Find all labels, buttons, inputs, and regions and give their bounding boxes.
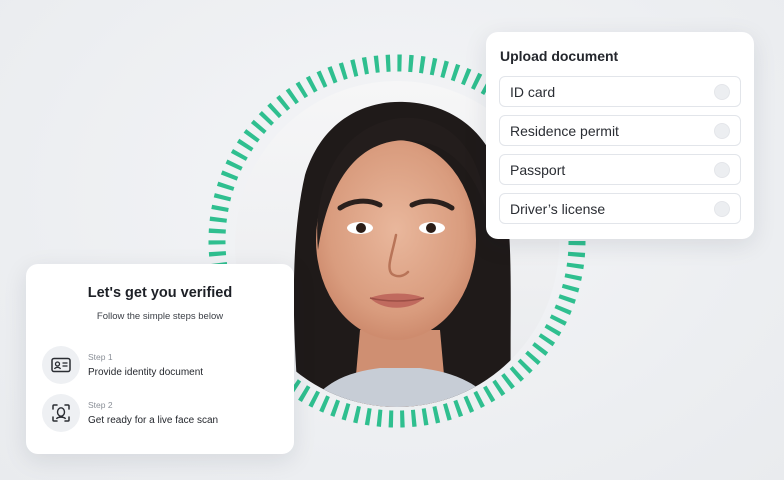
verification-steps-card: Let's get you verified Follow the simple…: [26, 264, 294, 454]
doc-option-label: Residence permit: [510, 122, 619, 139]
step-item: Step 2 Get ready for a live face scan: [42, 394, 278, 432]
doc-option-passport[interactable]: Passport: [499, 154, 741, 185]
face-scan-icon: [42, 394, 80, 432]
doc-option-drivers-license[interactable]: Driver’s license: [499, 193, 741, 224]
upload-document-card: Upload document ID card Residence permit…: [486, 32, 754, 239]
doc-option-id-card[interactable]: ID card: [499, 76, 741, 107]
step-label: Step 1: [88, 351, 113, 362]
radio-button[interactable]: [714, 200, 730, 217]
verify-title: Let's get you verified: [87, 285, 233, 301]
id-card-icon: [42, 346, 80, 384]
verification-illustration: Upload document ID card Residence permit…: [0, 0, 784, 480]
radio-button[interactable]: [714, 83, 730, 100]
radio-button[interactable]: [714, 122, 730, 139]
step-description: Provide identity document: [88, 366, 204, 378]
doc-option-label: Driver’s license: [510, 200, 606, 217]
step-description: Get ready for a live face scan: [88, 414, 219, 426]
upload-document-title: Upload document: [500, 48, 619, 64]
doc-option-residence-permit[interactable]: Residence permit: [499, 115, 741, 146]
step-label: Step 2: [88, 399, 113, 410]
doc-option-label: Passport: [510, 161, 566, 178]
doc-option-label: ID card: [510, 83, 556, 100]
verify-subtitle: Follow the simple steps below: [96, 311, 224, 322]
steps-list: Step 1 Provide identity document Step 2 …: [42, 346, 278, 432]
step-item: Step 1 Provide identity document: [42, 346, 278, 384]
radio-button[interactable]: [714, 161, 730, 178]
